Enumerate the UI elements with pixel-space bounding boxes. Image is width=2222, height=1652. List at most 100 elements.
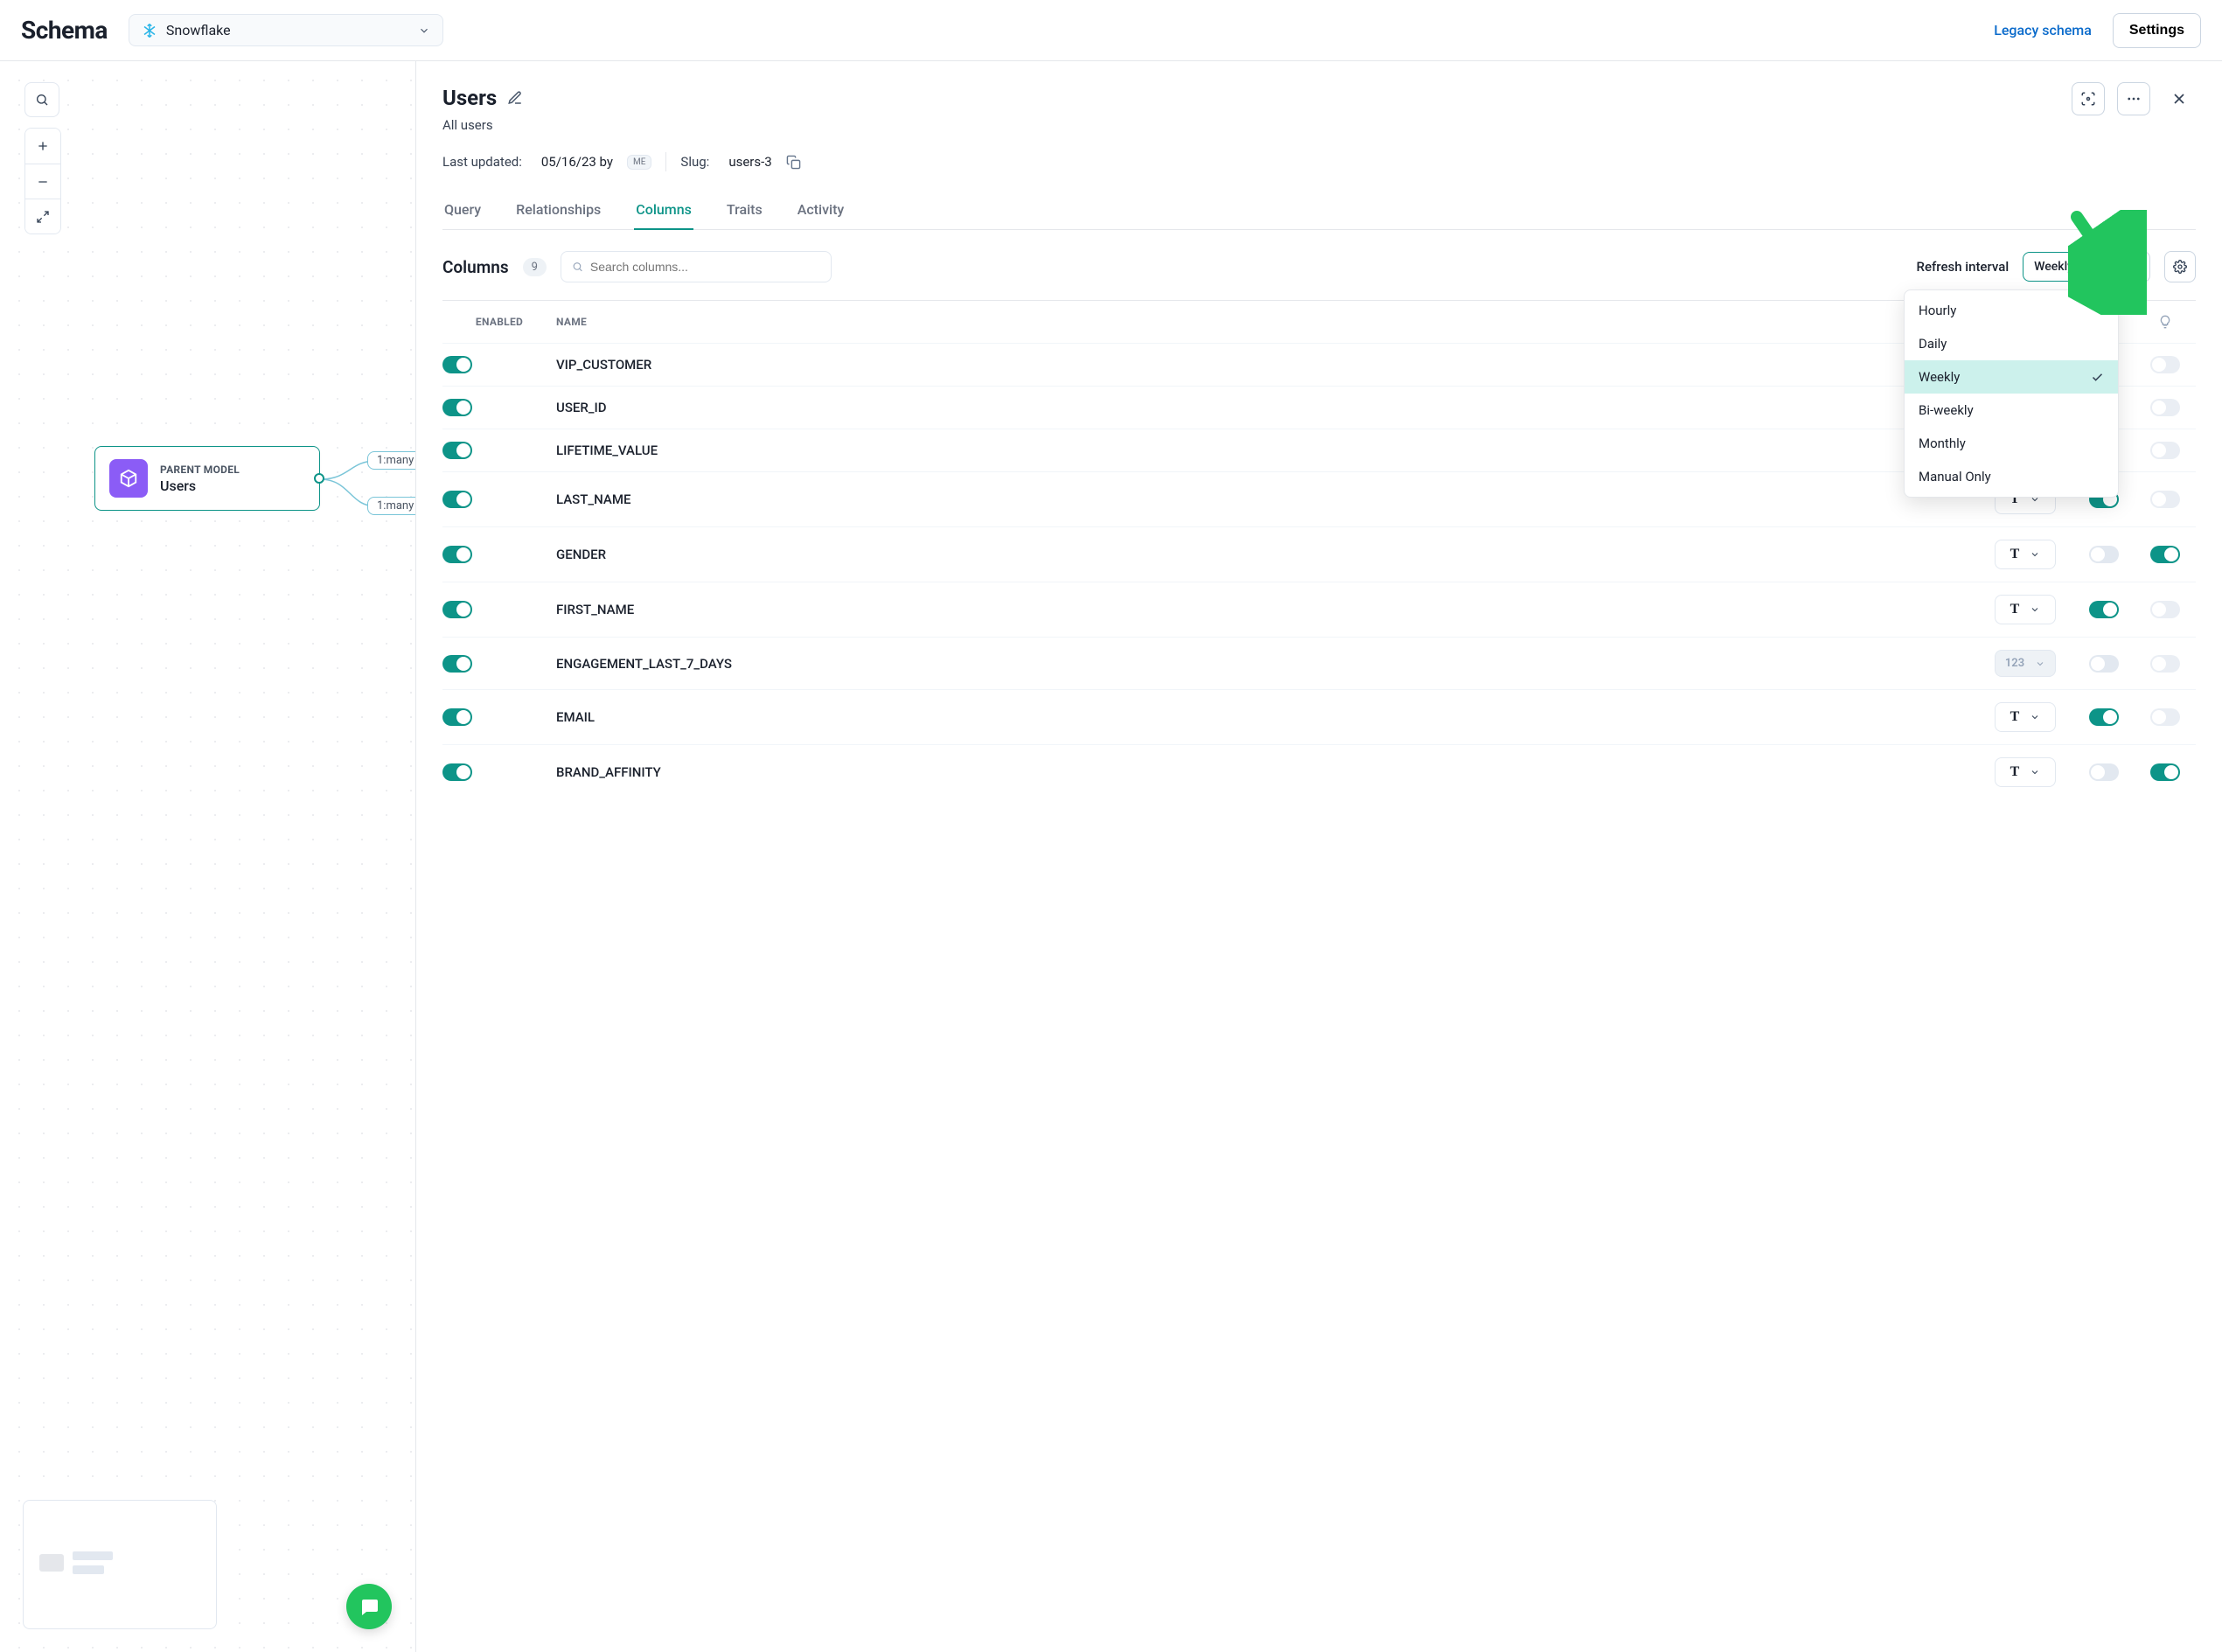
- gear-icon: [2173, 260, 2187, 274]
- table-row: ENGAGEMENT_LAST_7_DAYS123: [442, 637, 2196, 689]
- column-name: GENDER: [556, 547, 1977, 562]
- focus-button[interactable]: [2072, 82, 2105, 115]
- toggle[interactable]: [442, 442, 472, 459]
- chevron-down-icon: [2035, 659, 2045, 669]
- scan-icon: [2080, 91, 2096, 107]
- toggle[interactable]: [442, 546, 472, 563]
- chat-fab[interactable]: [346, 1584, 392, 1629]
- toggle: [2150, 356, 2180, 373]
- columns-search-input[interactable]: [590, 260, 820, 274]
- tab-traits[interactable]: Traits: [725, 191, 764, 229]
- columns-title: Columns: [442, 257, 509, 277]
- toggle[interactable]: [442, 763, 472, 781]
- type-select[interactable]: T: [1995, 595, 2056, 624]
- toggle[interactable]: [442, 655, 472, 673]
- tab-query[interactable]: Query: [442, 191, 483, 229]
- columns-settings-button[interactable]: [2164, 251, 2196, 282]
- toggle[interactable]: [2089, 655, 2119, 673]
- interval-option-weekly[interactable]: Weekly: [1905, 360, 2118, 394]
- columns-count: 9: [523, 258, 547, 276]
- brand-title: Schema: [21, 16, 108, 45]
- chevron-down-icon: [2030, 767, 2040, 777]
- chevron-down-icon: [418, 24, 430, 37]
- zoom-out-tool[interactable]: [25, 164, 60, 199]
- slug-value: users-3: [728, 154, 771, 170]
- interval-option-daily[interactable]: Daily: [1905, 327, 2118, 360]
- type-select[interactable]: T: [1995, 540, 2056, 569]
- cube-icon: [109, 459, 148, 498]
- column-name: USER_ID: [556, 400, 1977, 415]
- column-name: FIRST_NAME: [556, 602, 1977, 617]
- source-select[interactable]: Snowflake: [129, 14, 443, 46]
- search-icon: [572, 261, 583, 273]
- type-select[interactable]: T: [1995, 757, 2056, 787]
- toggle[interactable]: [442, 399, 472, 416]
- panel-title: Users: [442, 86, 497, 110]
- tab-activity[interactable]: Activity: [796, 191, 846, 229]
- minimap[interactable]: [23, 1500, 217, 1629]
- last-updated-label: Last updated:: [442, 154, 522, 170]
- parent-model-node[interactable]: PARENT MODEL Users: [94, 446, 320, 511]
- refresh-interval-label: Refresh interval: [1917, 259, 2010, 275]
- th-suggestion: [2135, 315, 2196, 329]
- toggle[interactable]: [2150, 763, 2180, 781]
- type-select: 123: [1995, 650, 2056, 677]
- node-port[interactable]: [314, 473, 324, 484]
- column-name: EMAIL: [556, 709, 1977, 725]
- detail-panel: Users All users Last updated: 05/16/23 b…: [415, 61, 2222, 1652]
- columns-search[interactable]: [561, 251, 832, 282]
- copy-icon[interactable]: [786, 155, 801, 170]
- snowflake-icon: [142, 23, 157, 38]
- close-button[interactable]: [2163, 82, 2196, 115]
- edge-label-2: 1:many: [367, 497, 415, 515]
- toggle: [2150, 442, 2180, 459]
- tab-relationships[interactable]: Relationships: [514, 191, 603, 229]
- topbar: Schema Snowflake Legacy schema Settings: [0, 0, 2222, 61]
- toggle[interactable]: [442, 708, 472, 726]
- toggle[interactable]: [2089, 763, 2119, 781]
- column-name: LIFETIME_VALUE: [556, 443, 1977, 458]
- panel-tabs: Query Relationships Columns Traits Activity: [442, 191, 2196, 230]
- toggle[interactable]: [2150, 546, 2180, 563]
- schema-canvas[interactable]: PARENT MODEL Users 1:many 1:many: [0, 61, 415, 1652]
- table-row: FIRST_NAME T: [442, 582, 2196, 637]
- expand-icon: [36, 210, 50, 224]
- chevron-down-icon: [2030, 604, 2040, 615]
- toggle[interactable]: [2089, 546, 2119, 563]
- node-kind-label: PARENT MODEL: [160, 464, 240, 476]
- fit-tool[interactable]: [25, 199, 60, 234]
- canvas-toolbar: [24, 82, 61, 234]
- toggle[interactable]: [442, 356, 472, 373]
- column-name: BRAND_AFFINITY: [556, 764, 1977, 780]
- table-row: GENDER T: [442, 526, 2196, 582]
- source-label: Snowflake: [166, 22, 409, 38]
- search-tool[interactable]: [24, 82, 59, 117]
- toggle[interactable]: [2089, 601, 2119, 618]
- pencil-icon[interactable]: [507, 90, 523, 106]
- close-icon: [2170, 90, 2188, 108]
- last-updated-value: 05/16/23 by: [541, 154, 613, 170]
- toggle[interactable]: [2089, 708, 2119, 726]
- th-name: NAME: [556, 316, 1977, 328]
- more-button[interactable]: [2117, 82, 2150, 115]
- interval-option-bi-weekly[interactable]: Bi-weekly: [1905, 394, 2118, 427]
- edge-label-1: 1:many: [367, 451, 415, 470]
- tab-columns[interactable]: Columns: [634, 191, 693, 230]
- canvas-edges: [0, 61, 415, 1652]
- interval-option-monthly[interactable]: Monthly: [1905, 427, 2118, 460]
- column-name: LAST_NAME: [556, 491, 1977, 507]
- legacy-schema-link[interactable]: Legacy schema: [1994, 22, 2092, 38]
- interval-option-manual-only[interactable]: Manual Only: [1905, 460, 2118, 493]
- dots-icon: [2126, 91, 2142, 107]
- zoom-in-tool[interactable]: [25, 129, 60, 164]
- toggle[interactable]: [442, 601, 472, 618]
- lightbulb-icon: [2158, 315, 2172, 329]
- toggle: [2150, 708, 2180, 726]
- toggle[interactable]: [442, 491, 472, 508]
- settings-button[interactable]: Settings: [2113, 13, 2201, 48]
- table-row: EMAIL T: [442, 689, 2196, 744]
- plus-icon: [36, 139, 50, 153]
- type-select[interactable]: T: [1995, 702, 2056, 732]
- columns-toolbar: Columns 9 Refresh interval Weekly Hourly…: [442, 251, 2196, 282]
- toggle: [2150, 399, 2180, 416]
